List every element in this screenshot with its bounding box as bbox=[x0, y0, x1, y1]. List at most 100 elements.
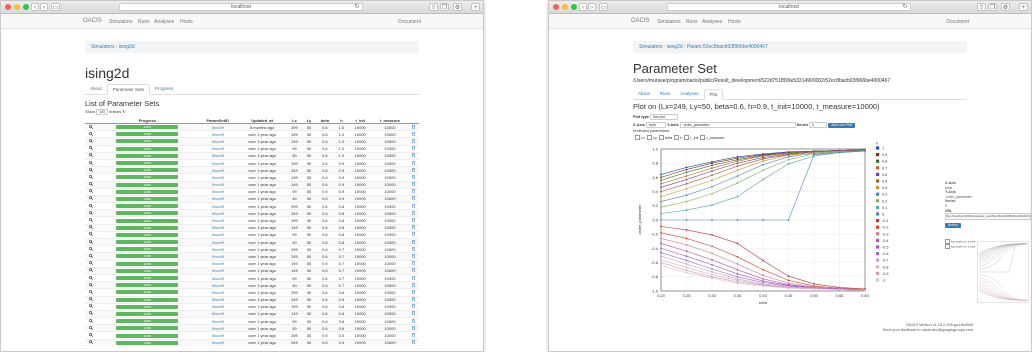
table-row[interactable]: 100% Xbcc9f over 1 year ago 99 50 0.6 1.0 10000… bbox=[85, 144, 419, 153]
magnify-icon[interactable] bbox=[85, 266, 98, 275]
forward-button[interactable]: › bbox=[588, 3, 596, 11]
param-set-id[interactable]: Xbcc9f bbox=[197, 230, 238, 239]
delete-icon[interactable] bbox=[408, 158, 419, 167]
entries-select[interactable]: 100 bbox=[96, 109, 108, 115]
param-set-id[interactable]: Xbcc9f bbox=[197, 216, 238, 225]
magnify-icon[interactable] bbox=[85, 259, 98, 268]
param-set-id[interactable]: Xbcc9f bbox=[197, 266, 238, 275]
param-set-id[interactable]: Xbcc9f bbox=[197, 144, 238, 153]
param-set-id[interactable]: Xbcc9f bbox=[197, 245, 238, 253]
nav-runs[interactable]: Runs bbox=[138, 19, 150, 25]
add-line-plot-button[interactable]: Add Line Plot bbox=[828, 123, 856, 128]
table-row[interactable]: 100% Xbcc9f over 1 year ago 299 50 0.6 0.7 1000… bbox=[85, 245, 419, 253]
table-row[interactable]: 100% Xbcc9f over 1 year ago 99 50 0.6 0.9 10000… bbox=[85, 187, 419, 196]
breadcrumb-param[interactable]: Param:52ec8bacb93f966be4000467 bbox=[687, 44, 768, 50]
nav-analyses[interactable]: Analyses bbox=[154, 19, 174, 25]
param-set-id[interactable]: Xbcc9f bbox=[197, 180, 238, 189]
param-set-id[interactable]: Xbcc9f bbox=[197, 309, 238, 318]
breadcrumb-simulators[interactable]: Simulators bbox=[639, 44, 663, 50]
nav-simulators[interactable]: Simulators bbox=[109, 19, 133, 25]
address-bar[interactable]: localhost bbox=[667, 3, 911, 11]
magnify-icon[interactable] bbox=[85, 288, 98, 296]
tabs-icon[interactable]: ❐ bbox=[440, 3, 449, 11]
back-button[interactable]: ‹ bbox=[31, 3, 39, 11]
table-row[interactable]: 100% Xbcc9f over 1 year ago 199 50 0.6 1.0 1000… bbox=[85, 130, 419, 138]
nav-hosts[interactable]: Hosts bbox=[728, 19, 741, 25]
magnify-icon[interactable] bbox=[85, 216, 98, 225]
param-set-id[interactable]: Xbcc9f bbox=[197, 273, 238, 282]
delete-icon[interactable] bbox=[408, 309, 419, 318]
reload-icon[interactable]: ↻ bbox=[901, 3, 909, 11]
param-set-id[interactable]: Xbcc9f bbox=[197, 252, 238, 261]
share-icon[interactable]: ⇧ bbox=[429, 3, 438, 11]
table-row[interactable]: 100% Xbcc9f over 1 year ago 299 50 0.6 0.8 1000… bbox=[85, 202, 419, 210]
param-set-id[interactable]: Xbcc9f bbox=[197, 237, 238, 246]
irrelevant-checkbox[interactable] bbox=[635, 135, 640, 140]
delete-icon[interactable] bbox=[408, 209, 419, 217]
brand[interactable]: OACIS bbox=[83, 18, 102, 24]
delete-icon[interactable] bbox=[408, 166, 419, 174]
table-row[interactable]: 100% Xbcc9f over 1 year ago 99 50 0.6 0.6 10000… bbox=[85, 317, 419, 325]
delete-icon[interactable] bbox=[408, 137, 419, 146]
tab-progress[interactable]: Progress bbox=[150, 84, 178, 94]
breadcrumb-simulators[interactable]: Simulators bbox=[91, 44, 115, 50]
table-row[interactable]: 100% Xbcc9f over 1 year ago 249 50 0.6 0.8 1000… bbox=[85, 209, 419, 217]
magnify-icon[interactable] bbox=[85, 295, 98, 304]
nav-simulators[interactable]: Simulators bbox=[657, 19, 681, 25]
magnify-icon[interactable] bbox=[85, 130, 98, 138]
delete-icon[interactable] bbox=[408, 202, 419, 210]
minimize-window-button[interactable] bbox=[562, 4, 568, 10]
sidebar-icon[interactable]: ▭ bbox=[51, 3, 60, 11]
delete-icon[interactable] bbox=[408, 288, 419, 296]
tab-about[interactable]: About bbox=[633, 89, 655, 99]
delete-icon[interactable] bbox=[408, 331, 419, 340]
table-row[interactable]: 100% Xbcc9f over 1 year ago 49 50 0.6 0.6 10000… bbox=[85, 324, 419, 332]
magnify-icon[interactable] bbox=[85, 209, 98, 217]
delete-icon[interactable] bbox=[408, 187, 419, 196]
table-row[interactable]: 100% Xbcc9f over 1 year ago 49 50 0.6 0.8 10000… bbox=[85, 237, 419, 246]
sidebar-icon[interactable]: ▭ bbox=[599, 3, 608, 11]
nav-analyses[interactable]: Analyses bbox=[702, 19, 722, 25]
nav-document[interactable]: Document bbox=[398, 19, 421, 25]
table-row[interactable]: 100% Xbcc9f over 1 year ago 299 50 0.6 0.9 1000… bbox=[85, 158, 419, 167]
brand[interactable]: OACIS bbox=[631, 18, 650, 24]
breadcrumb-ising2d[interactable]: ising2d bbox=[667, 44, 683, 50]
magnify-icon[interactable] bbox=[85, 194, 98, 203]
settings-icon[interactable]: ⚙ bbox=[453, 3, 462, 11]
minimize-window-button[interactable] bbox=[14, 4, 20, 10]
param-set-id[interactable]: Xbcc9f bbox=[197, 302, 238, 311]
tab-analyses[interactable]: Analyses bbox=[675, 89, 703, 99]
table-row[interactable]: 100% Xbcc9f over 1 year ago 49 50 0.6 0.7 10000… bbox=[85, 281, 419, 289]
param-set-id[interactable]: Xbcc9f bbox=[197, 223, 238, 232]
param-set-id[interactable]: Xbcc9f bbox=[197, 281, 238, 289]
close-window-button[interactable] bbox=[5, 4, 11, 10]
refresh-icon[interactable]: ↻ bbox=[122, 109, 125, 114]
delete-icon[interactable] bbox=[408, 223, 419, 232]
param-set-id[interactable]: Xbcc9f bbox=[197, 331, 238, 340]
delete-icon[interactable] bbox=[408, 252, 419, 261]
table-row[interactable]: 100% Xbcc9f over 1 year ago 149 50 0.6 0.8 1000… bbox=[85, 223, 419, 232]
param-set-id[interactable]: Xbcc9f bbox=[197, 295, 238, 304]
param-set-id[interactable]: Xbcc9f bbox=[197, 137, 238, 146]
irrelevant-checkbox[interactable] bbox=[647, 135, 653, 140]
delete-icon[interactable] bbox=[408, 259, 419, 268]
delete-icon[interactable] bbox=[408, 295, 419, 304]
param-set-id[interactable]: Xbcc9f bbox=[197, 158, 238, 167]
zoom-window-button[interactable] bbox=[23, 4, 29, 10]
table-row[interactable]: 100% Xbcc9f over 1 year ago 99 50 0.6 0.8 10000… bbox=[85, 230, 419, 239]
yaxis-select[interactable]: .order_parameter bbox=[679, 122, 796, 128]
delete-icon[interactable] bbox=[408, 317, 419, 325]
delete-icon[interactable] bbox=[408, 245, 419, 253]
irrelevant-checkbox[interactable] bbox=[684, 135, 690, 140]
param-set-id[interactable]: Xbcc9f bbox=[197, 324, 238, 332]
magnify-icon[interactable] bbox=[85, 173, 98, 181]
delete-icon[interactable] bbox=[408, 122, 419, 131]
irrelevant-checkbox[interactable] bbox=[700, 135, 706, 140]
table-row[interactable]: 100% Xbcc9f over 1 year ago 49 50 0.6 1.0 10000… bbox=[85, 151, 419, 160]
delete-icon[interactable] bbox=[408, 151, 419, 160]
nav-hosts[interactable]: Hosts bbox=[180, 19, 193, 25]
back-button[interactable]: ‹ bbox=[579, 3, 587, 11]
magnify-icon[interactable] bbox=[85, 237, 98, 246]
table-row[interactable]: 100% Xbcc9f over 1 year ago 199 50 0.6 0.8 1000… bbox=[85, 216, 419, 225]
magnify-icon[interactable] bbox=[85, 137, 98, 146]
